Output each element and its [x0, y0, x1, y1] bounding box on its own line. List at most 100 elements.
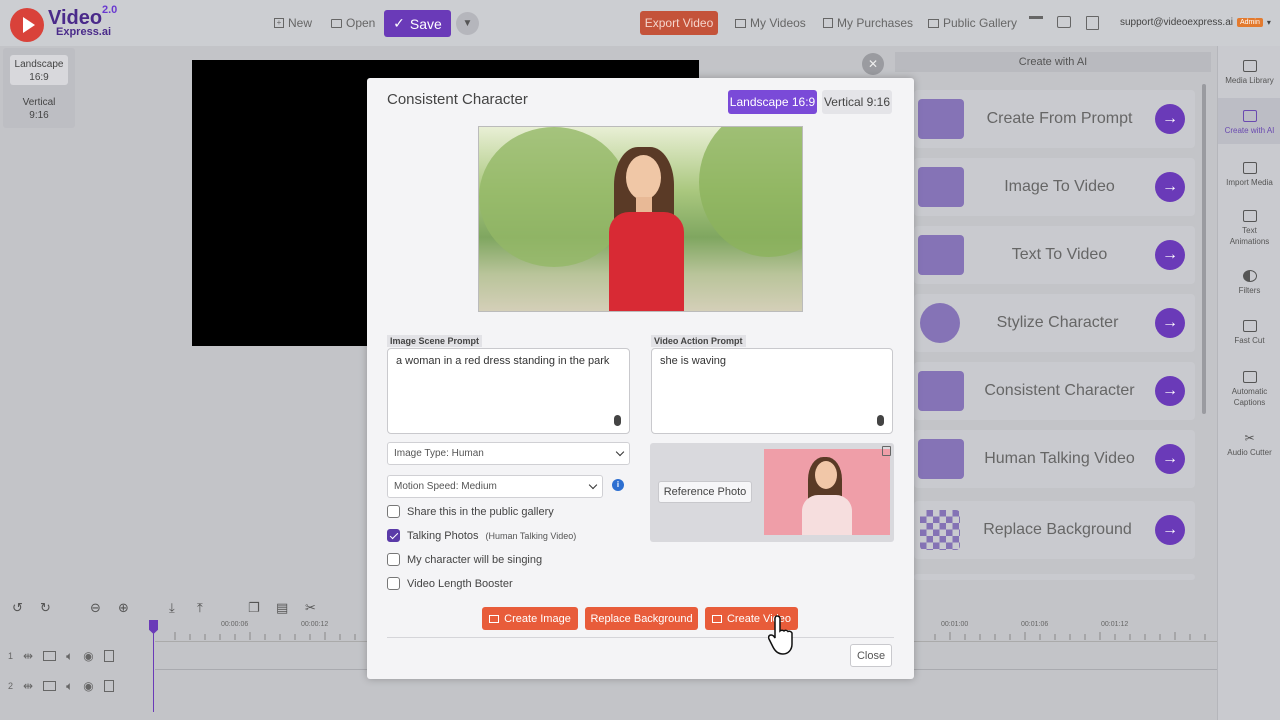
- arrow-right-icon[interactable]: →: [1155, 240, 1185, 270]
- zoom-in-icon[interactable]: ⊕: [118, 600, 129, 616]
- info-icon[interactable]: i: [612, 479, 624, 491]
- length-booster-option[interactable]: Video Length Booster: [387, 577, 513, 590]
- sidebar-label: Filters: [1238, 286, 1261, 295]
- checkbox-label: Video Length Booster: [407, 577, 513, 590]
- my-videos-label: My Videos: [750, 16, 806, 30]
- eye-icon[interactable]: ◉: [83, 679, 93, 693]
- arrow-right-icon[interactable]: →: [1155, 308, 1185, 338]
- split-icon[interactable]: ⇹: [23, 679, 33, 693]
- layer-icon[interactable]: [43, 651, 57, 661]
- image-prompt-input[interactable]: a woman in a red dress standing in the p…: [387, 348, 630, 434]
- sidebar-item-import-media[interactable]: Import Media: [1218, 162, 1280, 188]
- layer-icon[interactable]: [43, 681, 57, 691]
- logo-version: 2.0: [102, 4, 118, 16]
- hand-cursor-icon: [768, 614, 798, 660]
- my-videos-link[interactable]: My Videos: [735, 16, 806, 30]
- split-icon[interactable]: ⇹: [23, 649, 33, 663]
- account-menu[interactable]: support@videoexpress.ai Admin ▾: [1120, 17, 1271, 28]
- landscape-toggle[interactable]: Landscape 16:9: [728, 90, 817, 114]
- new-button[interactable]: + New: [274, 16, 312, 30]
- volume-icon[interactable]: 🔈︎: [66, 679, 73, 694]
- motion-speed-select[interactable]: Motion Speed: Medium: [387, 475, 603, 498]
- checkbox[interactable]: [387, 553, 400, 566]
- arrow-right-icon[interactable]: →: [1155, 515, 1185, 545]
- text-to-video-card[interactable]: Text To Video →: [914, 226, 1195, 284]
- check-icon: ✓: [393, 15, 405, 31]
- replace-background-card[interactable]: Replace Background →: [914, 501, 1195, 559]
- checkbox-label: My character will be singing: [407, 553, 543, 566]
- split-up-icon[interactable]: ⤒: [197, 600, 203, 616]
- filter-icon: [1242, 270, 1257, 282]
- ai-panel-scrollbar[interactable]: [1202, 84, 1206, 414]
- sidebar-item-create-with-ai[interactable]: Create with AI: [1218, 98, 1280, 144]
- sidebar-item-fast-cut[interactable]: Fast Cut: [1218, 320, 1280, 346]
- arrow-right-icon[interactable]: →: [1155, 376, 1185, 406]
- save-button[interactable]: ✓ Save: [384, 10, 451, 37]
- trash-icon[interactable]: [103, 650, 114, 662]
- checkbox-checked[interactable]: [387, 529, 400, 542]
- vertical-ratio-button[interactable]: Vertical 9:16: [10, 93, 68, 123]
- split-down-icon[interactable]: ⤓: [169, 600, 175, 616]
- logo-play-icon: [10, 8, 44, 42]
- volume-icon[interactable]: 🔈︎: [66, 649, 73, 664]
- open-button[interactable]: Open: [331, 16, 375, 30]
- paste-icon[interactable]: ▤: [276, 600, 288, 616]
- close-icon[interactable]: ✕: [862, 53, 884, 75]
- card-label: Stylize Character: [996, 314, 1119, 331]
- arrow-right-icon[interactable]: →: [1155, 172, 1185, 202]
- sidebar-item-filters[interactable]: Filters: [1218, 270, 1280, 296]
- my-purchases-link[interactable]: My Purchases: [823, 16, 913, 30]
- export-video-button[interactable]: Export Video: [640, 11, 718, 35]
- share-gallery-option[interactable]: Share this in the public gallery: [387, 505, 554, 518]
- video-prompt-input[interactable]: she is waving: [651, 348, 893, 434]
- arrow-right-icon[interactable]: →: [1155, 104, 1185, 134]
- vertical-toggle[interactable]: Vertical 9:16: [822, 90, 892, 114]
- image-to-video-card[interactable]: Image To Video →: [914, 158, 1195, 216]
- create-from-prompt-card[interactable]: Create From Prompt →: [914, 90, 1195, 148]
- folder-icon: [331, 18, 342, 28]
- cut-icon[interactable]: ✂: [305, 600, 316, 616]
- ruler-tick-label: 00:01:00: [941, 621, 969, 628]
- checkbox-label: Talking Photos: [407, 529, 479, 542]
- trash-icon[interactable]: [103, 680, 114, 692]
- undo-icon[interactable]: ↺: [12, 600, 23, 616]
- sidebar-item-text-animations[interactable]: Text Animations: [1218, 210, 1280, 247]
- card-label: Create From Prompt: [986, 110, 1133, 127]
- microphone-icon[interactable]: [614, 415, 621, 426]
- sidebar-item-audio-cutter[interactable]: ✂ Audio Cutter: [1218, 432, 1280, 458]
- app-logo[interactable]: Video Express.ai 2.0: [10, 4, 130, 42]
- public-gallery-label: Public Gallery: [943, 16, 1018, 30]
- image-type-select[interactable]: Image Type: Human: [387, 442, 630, 465]
- eye-icon[interactable]: ◉: [83, 649, 93, 663]
- generated-image: [478, 126, 803, 312]
- document-icon[interactable]: [1086, 16, 1099, 30]
- save-options-button[interactable]: ▼: [456, 12, 479, 35]
- consistent-character-card[interactable]: Consistent Character →: [914, 362, 1195, 420]
- microphone-icon[interactable]: [877, 415, 884, 426]
- singing-option[interactable]: My character will be singing: [387, 553, 542, 566]
- copy-icon[interactable]: ❐: [248, 600, 260, 616]
- landscape-ratio-button[interactable]: Landscape 16:9: [10, 55, 68, 85]
- chevron-down-icon: ▾: [1266, 18, 1271, 27]
- close-button[interactable]: Close: [850, 644, 892, 667]
- chat-icon[interactable]: [1057, 16, 1071, 28]
- talking-photos-option[interactable]: Talking Photos (Human Talking Video): [387, 529, 576, 542]
- trash-icon[interactable]: [882, 446, 891, 456]
- stylize-character-card[interactable]: Stylize Character →: [914, 294, 1195, 352]
- arrow-right-icon[interactable]: →: [1155, 444, 1185, 474]
- robot-icon: [1242, 110, 1257, 122]
- public-gallery-link[interactable]: Public Gallery: [928, 16, 1017, 30]
- redo-icon[interactable]: ↻: [40, 600, 51, 616]
- checkbox[interactable]: [387, 577, 400, 590]
- replace-background-button[interactable]: Replace Background: [585, 607, 698, 630]
- create-image-button[interactable]: Create Image: [482, 607, 578, 630]
- graduation-cap-icon[interactable]: [1029, 16, 1043, 28]
- sidebar-item-media-library[interactable]: Media Library: [1218, 60, 1280, 86]
- human-talking-video-card[interactable]: Human Talking Video →: [914, 430, 1195, 488]
- checkbox[interactable]: [387, 505, 400, 518]
- zoom-out-icon[interactable]: ⊖: [90, 600, 101, 616]
- reference-photo-button[interactable]: Reference Photo: [658, 481, 752, 503]
- checkbox-label: Share this in the public gallery: [407, 505, 554, 518]
- sidebar-label: Audio Cutter: [1227, 448, 1272, 457]
- sidebar-item-automatic-captions[interactable]: Automatic Captions: [1218, 371, 1280, 408]
